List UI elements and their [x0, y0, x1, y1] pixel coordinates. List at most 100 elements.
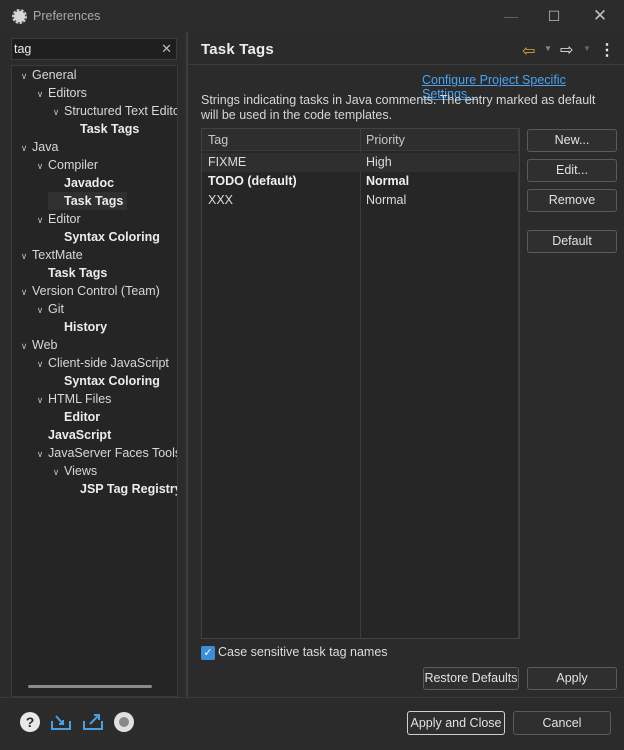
priority-cell: Normal [366, 174, 410, 188]
tree-item[interactable]: ∨ Java [16, 138, 59, 157]
tree-item[interactable]: Editor [48, 408, 100, 426]
chevron-down-icon[interactable]: ∨ [16, 139, 32, 157]
chevron-down-icon[interactable]: ∨ [32, 301, 48, 319]
chevron-down-icon[interactable]: ▼ [583, 44, 591, 53]
column-header-priority[interactable]: Priority [366, 129, 405, 151]
tree-item[interactable]: Javadoc [48, 174, 114, 192]
more-vertical-icon[interactable]: ⋮ [599, 40, 615, 60]
tree-item-label: JavaScript [48, 428, 112, 442]
tree-item-label: Version Control (Team) [32, 284, 160, 298]
tree-item[interactable]: ∨ Version Control (Team) [16, 282, 160, 300]
table-row[interactable]: XXX Normal [202, 191, 519, 210]
case-sensitive-label[interactable]: Case sensitive task tag names [218, 645, 388, 659]
new-button[interactable]: New... [527, 129, 617, 152]
maximize-button[interactable]: ☐ [531, 0, 577, 32]
tree-item[interactable]: ∨ General [16, 66, 77, 85]
filter-input[interactable] [14, 39, 154, 59]
chevron-down-icon[interactable]: ∨ [32, 445, 48, 463]
tree-item[interactable]: ∨ JavaServer Faces Tools [32, 444, 178, 463]
preferences-app-icon [12, 9, 27, 24]
tree-item[interactable]: ∨ Views [48, 462, 97, 480]
chevron-down-icon[interactable]: ∨ [16, 247, 32, 265]
arrow-left-icon[interactable]: ⇦ [522, 41, 535, 61]
tree-item-label: Compiler [48, 158, 99, 172]
tree-item[interactable]: ∨ Client-side JavaScript [32, 354, 169, 372]
chevron-down-icon[interactable]: ∨ [32, 391, 48, 409]
chevron-down-icon[interactable]: ∨ [48, 463, 64, 481]
chevron-down-icon[interactable]: ∨ [32, 85, 48, 103]
tag-cell: FIXME [208, 155, 247, 169]
task-tags-table[interactable]: Tag Priority FIXME High TODO (default) N… [201, 128, 520, 639]
footer-separator [0, 697, 624, 698]
minimize-button[interactable]: — [488, 0, 534, 32]
tree-item[interactable]: History [48, 318, 107, 336]
tree-item[interactable]: ∨ TextMate [16, 246, 83, 264]
chevron-down-icon[interactable]: ▼ [544, 44, 552, 53]
case-sensitive-checkbox[interactable]: ✓ [201, 646, 215, 660]
tree-item-label: Java [32, 140, 59, 154]
apply-and-close-button[interactable]: Apply and Close [407, 711, 505, 735]
export-icon[interactable] [82, 712, 103, 732]
chevron-down-icon[interactable]: ∨ [48, 103, 64, 121]
page-description: Strings indicating tasks in Java comment… [201, 93, 596, 122]
tree-item[interactable]: JSP Tag Registry [64, 480, 177, 498]
tree-item-label: Git [48, 302, 64, 316]
oomph-icon[interactable] [114, 712, 134, 732]
tree-item-label: History [64, 320, 108, 334]
tree-item-label: Web [32, 338, 58, 352]
tree-item-label: Syntax Coloring [64, 230, 160, 244]
tree-item[interactable]: ∨ Structured Text Edito [48, 102, 178, 121]
tree-item[interactable]: ∨ Editors [32, 84, 87, 102]
preference-tree[interactable]: ∨ General ∨ Editors ∨ Structured Text Edito Ta… [11, 65, 178, 697]
tree-horizontal-scrollbar[interactable] [28, 685, 152, 688]
tree-item[interactable]: Task Tags [32, 264, 107, 282]
tree-item[interactable]: Task Tags [48, 192, 128, 210]
tree-item[interactable]: JavaScript [32, 426, 111, 444]
table-row[interactable]: TODO (default) Normal [202, 172, 519, 191]
arrow-right-icon[interactable]: ⇨ [560, 40, 573, 60]
priority-cell: Normal [366, 193, 407, 207]
remove-button[interactable]: Remove [527, 189, 617, 212]
tree-item[interactable]: ∨ Web [16, 336, 58, 355]
apply-button[interactable]: Apply [527, 667, 617, 690]
import-icon[interactable] [50, 712, 71, 732]
tree-item-label: Structured Text Edito [64, 104, 178, 118]
tree-item[interactable]: Syntax Coloring [48, 228, 160, 246]
tree-item-label: Editors [48, 86, 87, 100]
tag-cell: XXX [208, 193, 234, 207]
chevron-down-icon[interactable]: ∨ [32, 211, 48, 229]
window-title: Preferences [33, 9, 101, 23]
tree-item-label: General [32, 68, 77, 82]
restore-defaults-button[interactable]: Restore Defaults [423, 667, 519, 690]
edit-button[interactable]: Edit... [527, 159, 617, 182]
tree-item[interactable]: Task Tags [64, 120, 139, 138]
tree-item-label: JavaServer Faces Tools [48, 446, 178, 460]
chevron-down-icon[interactable]: ∨ [16, 283, 32, 301]
tree-item-label: Editor [64, 410, 101, 424]
chevron-down-icon[interactable]: ∨ [16, 67, 32, 85]
tree-item[interactable]: Syntax Coloring [48, 372, 160, 390]
priority-cell: High [366, 155, 392, 169]
tree-item[interactable]: ∨ Editor [32, 210, 81, 228]
cancel-button[interactable]: Cancel [513, 711, 611, 735]
tree-item-label: TextMate [32, 248, 83, 262]
tree-item-label: HTML Files [48, 392, 112, 406]
column-header-tag[interactable]: Tag [208, 129, 228, 151]
chevron-down-icon[interactable]: ∨ [16, 337, 32, 355]
tree-item[interactable]: ∨ Compiler [32, 156, 98, 174]
header-separator [189, 64, 624, 65]
tree-item-label: Views [64, 464, 98, 478]
tree-item-label: Task Tags [64, 194, 124, 208]
tree-item-label: Syntax Coloring [64, 374, 160, 388]
chevron-down-icon[interactable]: ∨ [32, 157, 48, 175]
table-row[interactable]: FIXME High [202, 153, 519, 172]
default-button[interactable]: Default [527, 230, 617, 253]
clear-filter-icon[interactable]: ✕ [161, 41, 172, 57]
sash-divider[interactable] [186, 32, 188, 697]
help-icon[interactable]: ? [20, 712, 40, 732]
tree-item[interactable]: ∨ HTML Files [32, 390, 112, 409]
chevron-down-icon[interactable]: ∨ [32, 355, 48, 373]
page-title: Task Tags [201, 41, 274, 58]
close-window-button[interactable]: ✕ [577, 0, 623, 32]
tree-item[interactable]: ∨ Git [32, 300, 64, 318]
